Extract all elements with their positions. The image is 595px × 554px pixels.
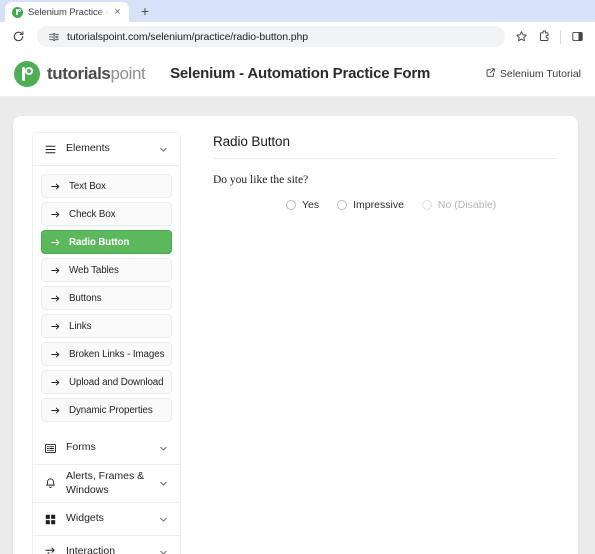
chevron-down-icon [157,546,169,554]
address-bar[interactable]: tutorialspoint.com/selenium/practice/rad… [37,26,505,47]
page-viewport: tutorialspoint Selenium - Automation Pra… [0,51,595,554]
content-card: Elements Text Box [13,116,578,554]
site-settings-icon[interactable] [47,30,60,43]
sidebar-section-widgets[interactable]: Widgets [33,503,180,536]
logo-text-bold: tutorials [47,64,110,83]
sidebar-section-label: Forms [66,441,148,454]
arrow-right-icon [50,349,61,360]
site-header: tutorialspoint Selenium - Automation Pra… [0,51,595,97]
sidebar-section-label: Alerts, Frames & Windows [66,470,148,496]
selenium-tutorial-link[interactable]: Selenium Tutorial [485,67,581,81]
radio-option-impressive[interactable]: Impressive [337,199,404,211]
question-label: Do you like the site? [213,174,556,186]
sidebar-item-label: Check Box [69,209,115,220]
tp-logo-icon [14,61,40,87]
sidebar-item-label: Links [69,321,91,332]
sidebar-item-dynamic-properties[interactable]: Dynamic Properties [41,398,172,422]
sidebar-item-upload-and-download[interactable]: Upload and Download [41,370,172,394]
radio-option-no-disable: No (Disable) [422,199,496,211]
new-tab-button[interactable]: + [135,1,155,21]
sidebar-item-label: Buttons [69,293,102,304]
star-icon[interactable] [511,27,531,47]
sidebar-item-web-tables[interactable]: Web Tables [41,258,172,282]
tutorialspoint-favicon [12,7,23,18]
tutorialspoint-logo[interactable]: tutorialspoint [14,61,145,87]
external-link-icon [485,67,496,81]
logo-text-light: point [110,64,145,83]
logo-text: tutorialspoint [47,64,145,84]
sidebar-item-buttons[interactable]: Buttons [41,286,172,310]
side-panel-icon[interactable] [567,27,587,47]
url-text: tutorialspoint.com/selenium/practice/rad… [67,31,308,43]
sidebar-item-radio-button[interactable]: Radio Button [41,230,172,254]
extensions-icon[interactable] [534,27,554,47]
sidebar-accordion: Elements Text Box [32,132,181,554]
sidebar-elements-list: Text Box Check Box Radio B [33,166,180,432]
sidebar-section-alerts-frames-windows[interactable]: Alerts, Frames & Windows [33,465,180,503]
arrow-right-icon [50,405,61,416]
grid-icon [43,512,57,526]
interaction-arrows-icon [43,545,57,554]
toolbar-divider [560,30,561,44]
arrow-right-icon [50,293,61,304]
sidebar-section-label: Widgets [66,512,148,525]
chevron-down-icon [157,143,169,155]
arrow-right-icon [50,321,61,332]
radio-circle-icon[interactable] [337,200,347,210]
radio-option-label: Impressive [353,199,404,211]
sidebar-item-label: Radio Button [69,237,129,248]
radio-option-label: Yes [302,199,319,211]
sidebar-item-label: Dynamic Properties [69,405,153,416]
tab-title: Selenium Practice - Radio Bu [28,7,111,18]
radio-circle-icon [422,200,432,210]
arrow-right-icon [50,209,61,220]
sidebar-section-label: Elements [66,142,148,155]
radio-group: Yes Impressive No (Disable) [213,199,556,211]
chevron-down-icon [157,442,169,454]
page-title: Selenium - Automation Practice Form [145,65,485,82]
sidebar-item-links[interactable]: Links [41,314,172,338]
browser-window: Selenium Practice - Radio Bu × + tutoria… [0,0,595,554]
reload-icon[interactable] [8,27,28,47]
chevron-down-icon [157,478,169,490]
arrow-right-icon [50,181,61,192]
sidebar-section-elements[interactable]: Elements [33,133,180,166]
selenium-tutorial-label: Selenium Tutorial [500,68,581,80]
arrow-right-icon [50,237,61,248]
bell-icon [43,477,57,491]
sidebar-item-label: Web Tables [69,265,119,276]
radio-option-yes[interactable]: Yes [286,199,319,211]
main-pane: Radio Button Do you like the site? Yes I… [191,116,578,554]
sidebar-item-text-box[interactable]: Text Box [41,174,172,198]
tab-strip: Selenium Practice - Radio Bu × + [0,0,595,22]
toolbar-actions [511,27,587,47]
arrow-right-icon [50,265,61,276]
sidebar-section-forms[interactable]: Forms [33,432,180,465]
sidebar-section-label: Interaction [66,545,148,554]
sidebar-item-label: Text Box [69,181,106,192]
sidebar-item-label: Upload and Download [69,377,164,388]
main-heading: Radio Button [213,134,556,159]
hamburger-icon [43,142,57,156]
browser-toolbar: tutorialspoint.com/selenium/practice/rad… [0,22,595,51]
sidebar-item-check-box[interactable]: Check Box [41,202,172,226]
sidebar: Elements Text Box [13,116,191,554]
arrow-right-icon [50,377,61,388]
form-list-icon [43,441,57,455]
sidebar-item-label: Broken Links - Images [69,349,164,360]
sidebar-section-interaction[interactable]: Interaction [33,536,180,554]
close-icon[interactable]: × [111,6,124,19]
sidebar-item-broken-links-images[interactable]: Broken Links - Images [41,342,172,366]
browser-tab[interactable]: Selenium Practice - Radio Bu × [5,2,129,22]
radio-option-label: No (Disable) [438,199,496,211]
chevron-down-icon [157,513,169,525]
radio-circle-icon[interactable] [286,200,296,210]
